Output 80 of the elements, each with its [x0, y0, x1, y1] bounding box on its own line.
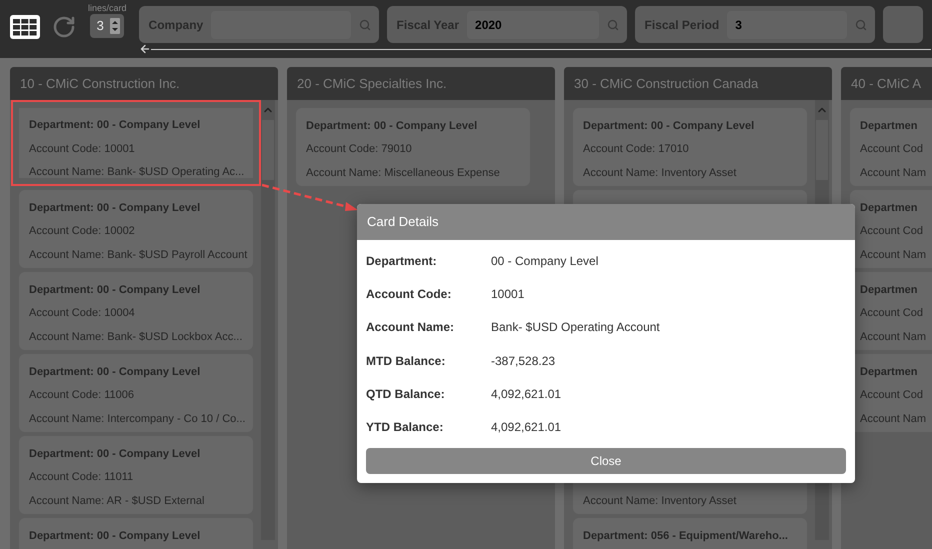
account-code-text: Account Cod [860, 388, 923, 403]
filter-value: 2020 [475, 16, 502, 34]
search-icon[interactable] [606, 18, 619, 30]
department-text: Department: 00 - Company Level [29, 364, 200, 380]
department-text: Department: 00 - Company Level [583, 118, 754, 134]
account-name-text: Account Nam [860, 330, 926, 344]
field-label: Account Name: [366, 319, 456, 336]
field-value: -387,528.23 [491, 352, 556, 370]
account-name-text: Account Name: Inventory Asset [583, 166, 736, 180]
spinner-arrows-icon[interactable] [110, 18, 120, 34]
lines-per-card-spinner[interactable]: 3 [90, 14, 124, 38]
account-card[interactable]: Department: 00 - Company Level Account Code: 10004 Account Name: Bank- $USD Lockbox Acc... [19, 272, 253, 350]
account-card[interactable]: Department: 00 - Company Level Account Code: 79010 Account Name: Miscellaneous Expense [296, 108, 530, 186]
search-icon[interactable] [854, 18, 867, 30]
scrollbar-thumb[interactable] [262, 120, 274, 180]
filter-value: 3 [735, 16, 742, 34]
account-code-text: Account Code: 79010 [306, 142, 412, 157]
field-label: YTD Balance: [366, 419, 444, 436]
column-title: 20 - CMiC Specialties Inc. [297, 74, 447, 93]
account-card[interactable]: Department: 00 - Company Level Account Code: 11006 Account Name: Intercompany - Co 10 / Co... [19, 354, 253, 432]
account-card[interactable]: Department: 00 - Company Level Account Code: 10001 Account Name: Bank- $USD Operating Ac... [11, 100, 261, 186]
department-text: Departmen [860, 200, 918, 216]
field-label: MTD Balance: [366, 352, 446, 370]
close-button[interactable]: Close [366, 448, 846, 474]
arrow-left-icon[interactable] [138, 43, 151, 55]
department-text: Departmen [860, 118, 918, 134]
account-card[interactable]: Department: 00 - Company Level Account Code: 17010 Account Name: Inventory Asset [573, 108, 807, 186]
account-code-text: Account Code: 11006 [29, 388, 134, 403]
column-title: 30 - CMiC Construction Canada [574, 74, 758, 93]
account-name-text: Account Name: Bank- $USD Operating Ac... [29, 165, 244, 180]
account-name-text: Account Name: Miscellaneous Expense [306, 166, 500, 180]
field-value: 4,092,621.01 [491, 419, 562, 436]
account-card[interactable]: Departmen Account Cod Account Nam [850, 190, 932, 268]
department-text: Department: 00 - Company Level [29, 200, 200, 216]
account-card[interactable]: Department: 00 - Company Level [19, 518, 253, 549]
column-title: 10 - CMiC Construction Inc. [20, 74, 180, 93]
account-name-text: Account Nam [860, 248, 926, 262]
account-code-text: Account Cod [860, 142, 923, 157]
field-label: Account Code: [366, 286, 452, 303]
department-text: Department: 00 - Company Level [29, 118, 200, 134]
filter-field[interactable] [882, 6, 923, 43]
department-text: Department: 00 - Company Level [29, 282, 200, 298]
department-text: Department: 00 - Company Level [29, 446, 200, 462]
account-code-text: Account Cod [860, 224, 923, 239]
account-card[interactable]: Departmen Account Cod Account Nam [850, 108, 932, 186]
account-code-text: Account Cod [860, 306, 923, 321]
account-card[interactable]: Department: 00 - Company Level Account Code: 11011 Account Name: AR - $USD External [19, 436, 253, 514]
account-code-text: Account Code: 11011 [29, 470, 134, 485]
field-value: 00 - Company Level [491, 252, 598, 270]
account-code-text: Account Code: 10004 [29, 306, 135, 321]
account-name-text: Account Nam [860, 166, 926, 180]
column-title: 40 - CMiC A [851, 74, 922, 93]
lines-per-card-label: lines/card [88, 2, 127, 14]
department-text: Department: 056 - Equipment/Wareho... [583, 528, 788, 544]
field-value: Bank- $USD Operating Account [491, 319, 660, 336]
account-name-text: Account Name: Bank- $USD Payroll Account [29, 248, 248, 262]
refresh-icon[interactable] [52, 15, 76, 39]
field-value: 4,092,621.01 [491, 386, 562, 403]
account-name-text: Account Name: AR - $USD External [29, 494, 204, 508]
account-code-text: Account Code: 10002 [29, 224, 135, 239]
field-label: Department: [366, 252, 438, 270]
account-name-text: Account Name: Intercompany - Co 10 / Co... [29, 412, 246, 426]
account-name-text: Account Name: Inventory Asset [583, 494, 736, 508]
department-text: Department: 00 - Company Level [29, 528, 200, 544]
dialog-title: Card Details [367, 213, 439, 232]
field-value: 10001 [491, 286, 524, 303]
department-text: Department: 00 - Company Level [306, 118, 478, 134]
horizontal-scroller[interactable] [138, 44, 931, 54]
field-label: QTD Balance: [366, 386, 446, 403]
department-text: Departmen [860, 364, 918, 380]
account-code-text: Account Code: 10001 [29, 142, 135, 157]
search-icon[interactable] [358, 18, 371, 30]
scrollbar[interactable] [261, 100, 275, 540]
account-card[interactable]: Department: 056 - Equipment/Wareho... [573, 518, 807, 549]
grid-icon[interactable] [10, 15, 40, 39]
account-name-text: Account Nam [860, 412, 926, 426]
department-text: Departmen [860, 282, 918, 298]
account-code-text: Account Code: 17010 [583, 142, 689, 157]
account-name-text: Account Name: Bank- $USD Lockbox Acc... [29, 330, 242, 344]
account-card[interactable]: Department: 00 - Company Level Account Code: 10002 Account Name: Bank- $USD Payroll Account [19, 190, 253, 268]
